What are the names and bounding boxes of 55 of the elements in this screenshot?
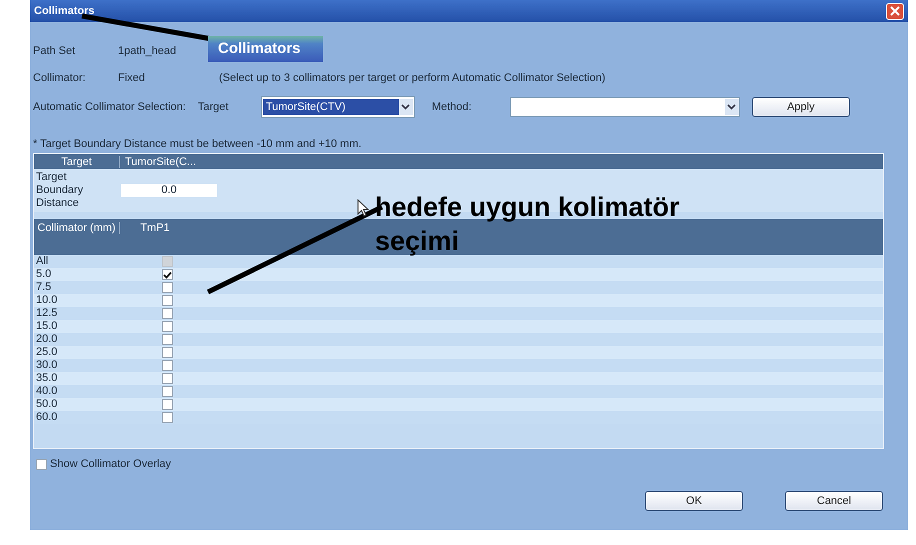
table-cell-text: 25.0 (35, 346, 58, 359)
checkbox[interactable] (162, 321, 173, 332)
callout-label: Collimators (208, 36, 323, 62)
table-cell-text: 40.0 (35, 385, 58, 398)
table-cell-text: 35.0 (35, 372, 58, 385)
collimator-hint: (Select up to 3 collimators per target or perform Automatic Collimator Selection) (219, 72, 606, 84)
checkbox[interactable] (162, 412, 173, 423)
boundary-note: * Target Boundary Distance must be between -10 mm and +10 mm. (33, 138, 362, 151)
table-cell-text: 5.0 (35, 268, 52, 281)
checkbox[interactable] (162, 334, 173, 345)
target-dropdown[interactable]: TumorSite(CTV) (260, 96, 415, 118)
column-header: Collimator (mm) (34, 222, 120, 234)
auto-selection-label: Automatic Collimator Selection: (33, 101, 186, 113)
column-header: TumorSite(C... (124, 156, 196, 168)
checkbox[interactable] (162, 347, 173, 358)
window-title: Collimators (34, 5, 95, 17)
table-cell-text: 10.0 (35, 294, 58, 307)
path-set-label: Path Set (33, 45, 76, 57)
column-header: TmP1 (139, 222, 171, 234)
table-cell-text: 7.5 (35, 281, 52, 294)
checkbox[interactable] (162, 295, 173, 306)
close-icon (890, 6, 900, 16)
checkbox[interactable] (162, 282, 173, 293)
target-label: Target (198, 101, 230, 113)
checkbox[interactable] (162, 360, 173, 371)
cancel-button[interactable]: Cancel (785, 491, 883, 511)
column-header: Target (34, 156, 120, 168)
checkbox[interactable] (162, 386, 173, 397)
annotation-text: hedefe uygun kolimatör seçimi (375, 191, 681, 258)
table-cell-text: 15.0 (35, 320, 58, 333)
chevron-down-icon (401, 104, 410, 110)
table-cell-text: 20.0 (35, 333, 58, 346)
checkbox[interactable] (162, 269, 173, 280)
table-cell-text: 50.0 (35, 398, 58, 411)
cursor-icon (357, 199, 369, 217)
checkbox[interactable] (36, 458, 47, 470)
checkbox[interactable] (162, 308, 173, 319)
boundary-field[interactable]: 0.0 (121, 184, 217, 197)
row-label: Target Boundary Distance (35, 171, 84, 210)
collimator-label: Collimator: (33, 72, 87, 84)
checkbox[interactable] (162, 373, 173, 384)
ok-button[interactable]: OK (645, 491, 743, 511)
table-cell-text: 60.0 (35, 411, 58, 424)
path-set-value: 1path_head (118, 45, 176, 57)
close-button[interactable] (886, 2, 904, 20)
method-dropdown[interactable] (510, 97, 740, 117)
table-cell-text: All (35, 255, 50, 268)
collimator-value: Fixed (118, 72, 146, 84)
apply-button[interactable]: Apply (752, 97, 850, 117)
method-label: Method: (432, 101, 473, 113)
chevron-down-icon (727, 104, 736, 110)
checkbox-label: Show Collimator Overlay (50, 458, 172, 470)
table-cell-text: 30.0 (35, 359, 58, 372)
table-cell-text: 12.5 (35, 307, 58, 320)
checkbox[interactable] (162, 399, 173, 410)
